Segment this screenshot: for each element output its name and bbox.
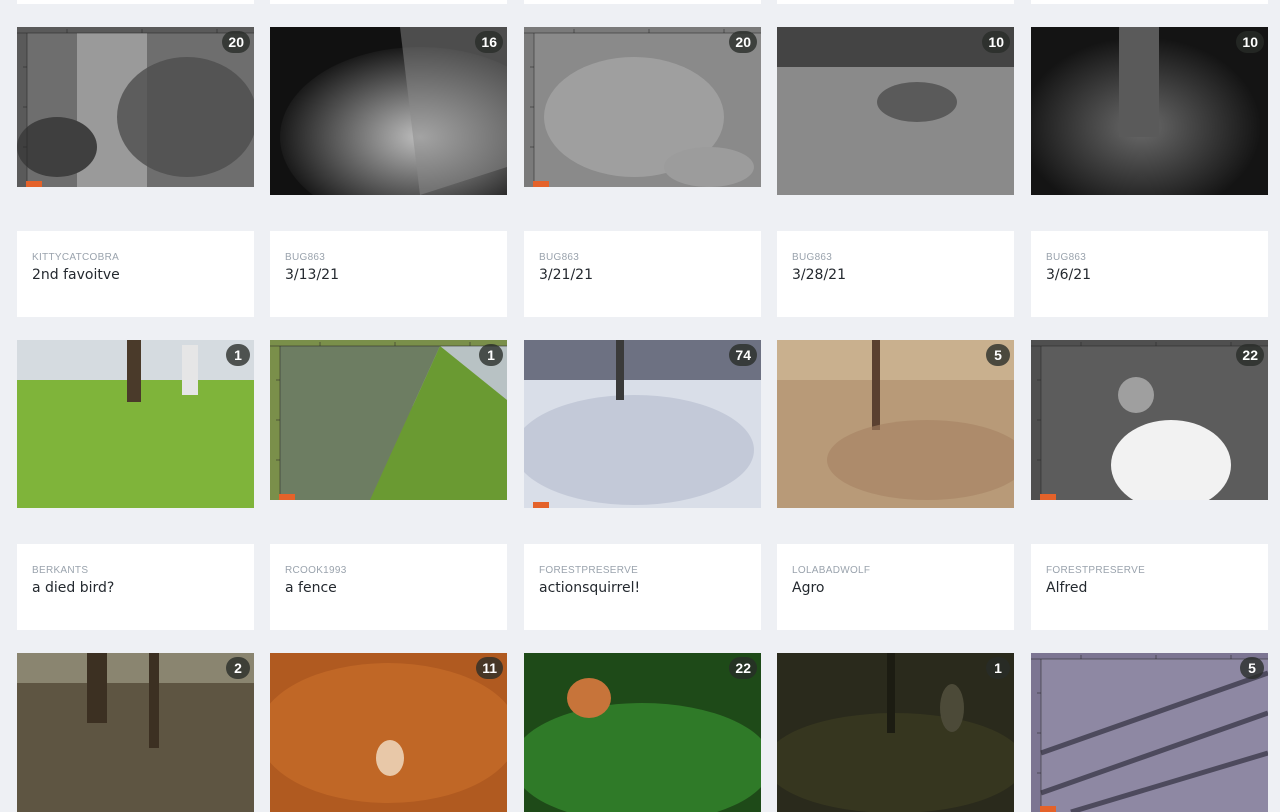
subject-info[interactable]: FORESTPRESERVE Alfred	[1031, 544, 1268, 630]
subject-thumbnail[interactable]: 22	[524, 653, 761, 812]
subject-title: 3/28/21	[792, 267, 846, 283]
subject-thumbnail[interactable]: 5	[777, 340, 1014, 508]
image-count-badge: 22	[729, 657, 757, 679]
camera-logo-icon	[1040, 806, 1056, 812]
subject-owner: BUG863	[539, 252, 580, 263]
previous-row-edge	[0, 0, 1280, 4]
camera-trap-photo	[777, 27, 1014, 195]
camera-trap-photo	[17, 653, 254, 812]
image-count-badge: 10	[982, 31, 1010, 53]
subject-info[interactable]: BUG863 3/28/21	[777, 231, 1014, 317]
image-count-badge: 5	[986, 344, 1010, 366]
camera-trap-photo	[524, 27, 761, 187]
camera-trap-photo	[1031, 653, 1268, 812]
subject-title: Alfred	[1046, 580, 1088, 596]
camera-trap-photo	[524, 340, 761, 508]
subject-title: 3/13/21	[285, 267, 339, 283]
subject-owner: BUG863	[285, 252, 326, 263]
subject-info[interactable]: BUG863 3/6/21	[1031, 231, 1268, 317]
subject-owner: LOLABADWOLF	[792, 565, 871, 576]
subject-thumbnail[interactable]: 20	[524, 27, 761, 187]
camera-logo-icon	[533, 502, 549, 508]
camera-trap-photo	[17, 27, 254, 187]
camera-trap-photo	[270, 653, 507, 812]
subject-title: 3/21/21	[539, 267, 593, 283]
subject-thumbnail[interactable]: 20	[17, 27, 254, 187]
camera-trap-photo	[1031, 27, 1268, 195]
camera-trap-photo	[17, 340, 254, 508]
image-count-badge: 2	[226, 657, 250, 679]
subject-thumbnail[interactable]: 74	[524, 340, 761, 508]
camera-logo-icon	[279, 494, 295, 500]
subject-thumbnail[interactable]: 2	[17, 653, 254, 812]
image-count-badge: 20	[729, 31, 757, 53]
subject-title: 3/6/21	[1046, 267, 1092, 283]
camera-trap-photo	[524, 653, 761, 812]
subject-thumbnail[interactable]: 1	[17, 340, 254, 508]
subject-info[interactable]: LOLABADWOLF Agro	[777, 544, 1014, 630]
image-count-badge: 1	[986, 657, 1010, 679]
subject-thumbnail[interactable]: 5	[1031, 653, 1268, 812]
subject-thumbnail[interactable]: 10	[777, 27, 1014, 195]
subject-title: 2nd favoitve	[32, 267, 120, 283]
subject-info[interactable]: FORESTPRESERVE actionsquirrel!	[524, 544, 761, 630]
subject-thumbnail[interactable]: 10	[1031, 27, 1268, 195]
subject-owner: KITTYCATCOBRA	[32, 252, 120, 263]
subject-info[interactable]: BUG863 3/21/21	[524, 231, 761, 317]
camera-trap-photo	[270, 340, 507, 500]
image-count-badge: 10	[1236, 31, 1264, 53]
subject-owner: BERKANTS	[32, 565, 89, 576]
image-count-badge: 16	[475, 31, 503, 53]
image-count-badge: 74	[729, 344, 757, 366]
image-count-badge: 1	[226, 344, 250, 366]
subject-info[interactable]: KITTYCATCOBRA 2nd favoitve	[17, 231, 254, 317]
subject-title: Agro	[792, 580, 825, 596]
subject-info[interactable]: RCOOK1993 a fence	[270, 544, 507, 630]
camera-trap-photo	[270, 27, 507, 195]
subject-title: a died bird?	[32, 580, 115, 596]
subject-title: a fence	[285, 580, 337, 596]
image-count-badge: 5	[1240, 657, 1264, 679]
subject-thumbnail[interactable]: 22	[1031, 340, 1268, 500]
subject-thumbnail[interactable]: 16	[270, 27, 507, 195]
camera-logo-icon	[533, 181, 549, 187]
camera-trap-photo	[777, 653, 1014, 812]
subject-info[interactable]: BERKANTS a died bird?	[17, 544, 254, 630]
camera-trap-photo	[777, 340, 1014, 508]
subject-thumbnail[interactable]: 1	[777, 653, 1014, 812]
subject-owner: BUG863	[1046, 252, 1087, 263]
subject-info[interactable]: BUG863 3/13/21	[270, 231, 507, 317]
image-count-badge: 22	[1236, 344, 1264, 366]
subject-owner: BUG863	[792, 252, 833, 263]
image-count-badge: 11	[476, 657, 503, 679]
camera-trap-photo	[1031, 340, 1268, 500]
subject-thumbnail[interactable]: 1	[270, 340, 507, 500]
image-count-badge: 20	[222, 31, 250, 53]
subject-owner: FORESTPRESERVE	[1046, 565, 1146, 576]
camera-logo-icon	[1040, 494, 1056, 500]
image-count-badge: 1	[479, 344, 503, 366]
subject-owner: FORESTPRESERVE	[539, 565, 639, 576]
camera-logo-icon	[26, 181, 42, 187]
subject-title: actionsquirrel!	[539, 580, 641, 596]
subject-thumbnail[interactable]: 11	[270, 653, 507, 812]
subject-owner: RCOOK1993	[285, 565, 347, 576]
